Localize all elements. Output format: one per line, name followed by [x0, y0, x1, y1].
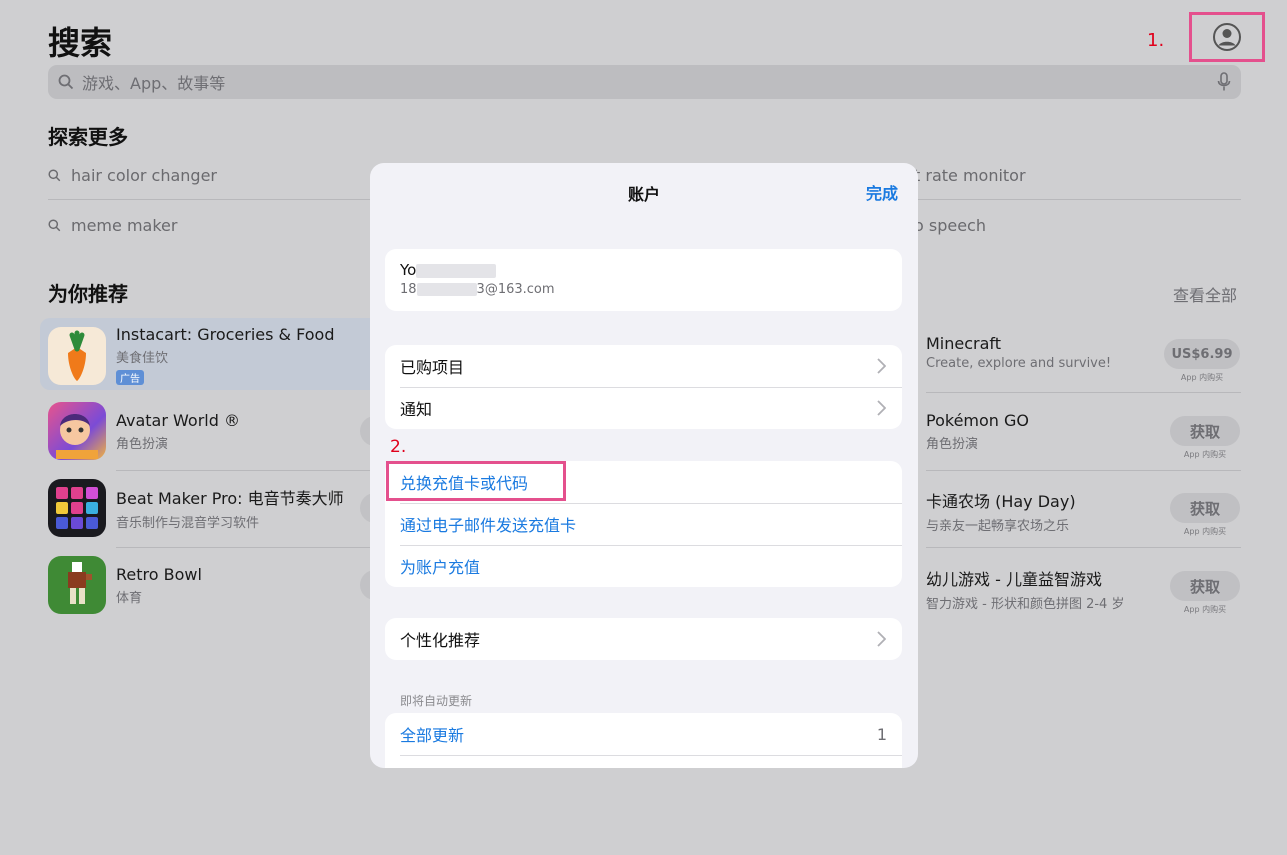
purchased-cell[interactable]: 已购项目	[385, 345, 902, 387]
app-name: 幼儿游戏 - 儿童益智游戏	[926, 570, 1102, 589]
send-gift-card-email-cell[interactable]: 通过电子邮件发送充值卡	[385, 503, 902, 545]
divider	[48, 199, 370, 200]
football-player-icon	[48, 556, 106, 614]
redacted-email	[416, 283, 477, 296]
annotation-2: 2.	[390, 437, 407, 457]
microphone-icon[interactable]	[1217, 72, 1231, 92]
app-row-retro-bowl[interactable]: Retro Bowl 体育	[48, 556, 202, 614]
suggestion-label: hair color changer	[71, 166, 217, 185]
pad-grid-icon	[48, 479, 106, 537]
profile-card[interactable]: Yo 18 3@163.com	[385, 249, 902, 311]
cell-label: 全部更新	[400, 726, 465, 745]
done-button[interactable]: 完成	[866, 180, 898, 204]
app-category: 体育	[116, 590, 143, 606]
annotation-highlight-box	[386, 461, 566, 501]
suggestion-item[interactable]: hair color changer	[48, 166, 217, 185]
in-app-purchase-note: App 内购买	[1183, 605, 1227, 614]
app-category: 智力游戏 - 形状和颜色拼图 2-4 岁	[926, 597, 1125, 612]
get-button[interactable]: 获取	[1170, 416, 1240, 446]
cell-label: 已购项目	[400, 358, 465, 377]
divider	[926, 470, 1241, 471]
divider	[926, 547, 1241, 548]
suggestion-item[interactable]: meme maker	[48, 216, 177, 235]
profile-email: 18 3@163.com	[400, 282, 887, 297]
divider	[116, 547, 370, 548]
suggestion-item[interactable]: t rate monitor	[914, 166, 1026, 185]
app-row-kids-game[interactable]: 幼儿游戏 - 儿童益智游戏 智力游戏 - 形状和颜色拼图 2-4 岁	[926, 566, 1124, 612]
page-title: 搜索	[48, 24, 113, 62]
annotation-1: 1.	[1147, 30, 1165, 51]
cell-label: 通知	[400, 400, 433, 419]
updates-group: 全部更新 1	[385, 713, 902, 768]
search-placeholder: 游戏、App、故事等	[82, 74, 226, 93]
app-name: Minecraft	[926, 334, 1002, 353]
app-row-hay-day[interactable]: 卡通农场 (Hay Day) 与亲友一起畅享农场之乐	[926, 488, 1076, 534]
profile-name: Yo	[400, 261, 887, 279]
in-app-purchase-note: App 内购买	[1183, 450, 1227, 459]
add-funds-cell[interactable]: 为账户充值	[385, 545, 902, 587]
chevron-right-icon	[877, 400, 886, 416]
updates-caption: 即将自动更新	[400, 694, 473, 708]
recommend-title: 为你推荐	[48, 282, 128, 306]
suggestion-item[interactable]: o speech	[914, 216, 986, 235]
app-name: Pokémon GO	[926, 411, 1029, 430]
person-circle-icon	[1213, 23, 1241, 51]
app-row-minecraft[interactable]: Minecraft Create, explore and survive!	[926, 334, 1111, 371]
app-category: 音乐制作与混音学习软件	[116, 516, 260, 531]
account-group-1: 已购项目 通知	[385, 345, 902, 429]
app-category: 角色扮演	[926, 437, 979, 452]
app-row-avatar-world[interactable]: Avatar World ® 角色扮演	[48, 402, 240, 460]
cell-label: 个性化推荐	[400, 631, 481, 650]
account-group-3: 个性化推荐	[385, 618, 902, 660]
app-name: Beat Maker Pro: 电音节奏大师	[116, 489, 344, 508]
suggestion-label: meme maker	[71, 216, 178, 235]
app-row-pokemon-go[interactable]: Pokémon GO 角色扮演	[926, 411, 1029, 452]
app-name: Avatar World ®	[116, 410, 240, 430]
update-all-cell[interactable]: 全部更新 1	[385, 713, 902, 755]
notifications-cell[interactable]: 通知	[385, 387, 902, 429]
explore-title: 探索更多	[48, 125, 128, 149]
search-icon	[48, 219, 61, 232]
suggestion-label: o speech	[914, 216, 986, 235]
get-button[interactable]: 获取	[1170, 571, 1240, 601]
app-name: Instacart: Groceries & Food	[116, 325, 335, 344]
app-category: 美食佳饮	[116, 351, 169, 366]
app-category: 角色扮演	[116, 436, 169, 452]
update-count: 1	[876, 724, 887, 744]
search-field[interactable]: 游戏、App、故事等	[48, 65, 1241, 99]
cell-label: 通过电子邮件发送充值卡	[400, 516, 577, 535]
chevron-right-icon	[877, 631, 886, 647]
in-app-purchase-note: App 内购买	[1183, 527, 1227, 536]
update-item-partial[interactable]	[385, 755, 902, 768]
get-button[interactable]: 获取	[1170, 493, 1240, 523]
price-button[interactable]: US$6.99	[1164, 339, 1240, 369]
app-name: 卡通农场 (Hay Day)	[926, 492, 1076, 511]
cell-label: 为账户充值	[400, 558, 481, 577]
profile-name-prefix: Yo	[400, 261, 417, 279]
email-suffix: 3@163.com	[476, 282, 555, 297]
redacted-name	[416, 263, 497, 278]
app-row-beat-maker[interactable]: Beat Maker Pro: 电音节奏大师 音乐制作与混音学习软件	[48, 479, 344, 537]
search-icon	[48, 169, 61, 182]
account-button[interactable]	[1189, 12, 1265, 62]
app-row-instacart[interactable]: Instacart: Groceries & Food 美食佳饮 广告	[48, 325, 334, 386]
ad-badge: 广告	[116, 370, 144, 385]
avatar-world-icon	[48, 402, 106, 460]
divider	[116, 470, 370, 471]
app-name: Retro Bowl	[116, 564, 202, 584]
see-all-link[interactable]: 查看全部	[1173, 282, 1237, 306]
divider	[918, 199, 1241, 200]
app-category: Create, explore and survive!	[926, 356, 1112, 371]
carrot-icon	[48, 326, 106, 385]
suggestion-label: t rate monitor	[914, 166, 1026, 185]
email-prefix: 18	[400, 282, 417, 297]
chevron-right-icon	[877, 358, 886, 374]
personalized-recommendations-cell[interactable]: 个性化推荐	[385, 618, 902, 660]
search-icon	[58, 74, 74, 90]
sheet-title: 账户	[627, 185, 660, 204]
in-app-purchase-note: App 内购买	[1180, 373, 1224, 382]
divider	[926, 392, 1241, 393]
app-category: 与亲友一起畅享农场之乐	[926, 519, 1070, 534]
